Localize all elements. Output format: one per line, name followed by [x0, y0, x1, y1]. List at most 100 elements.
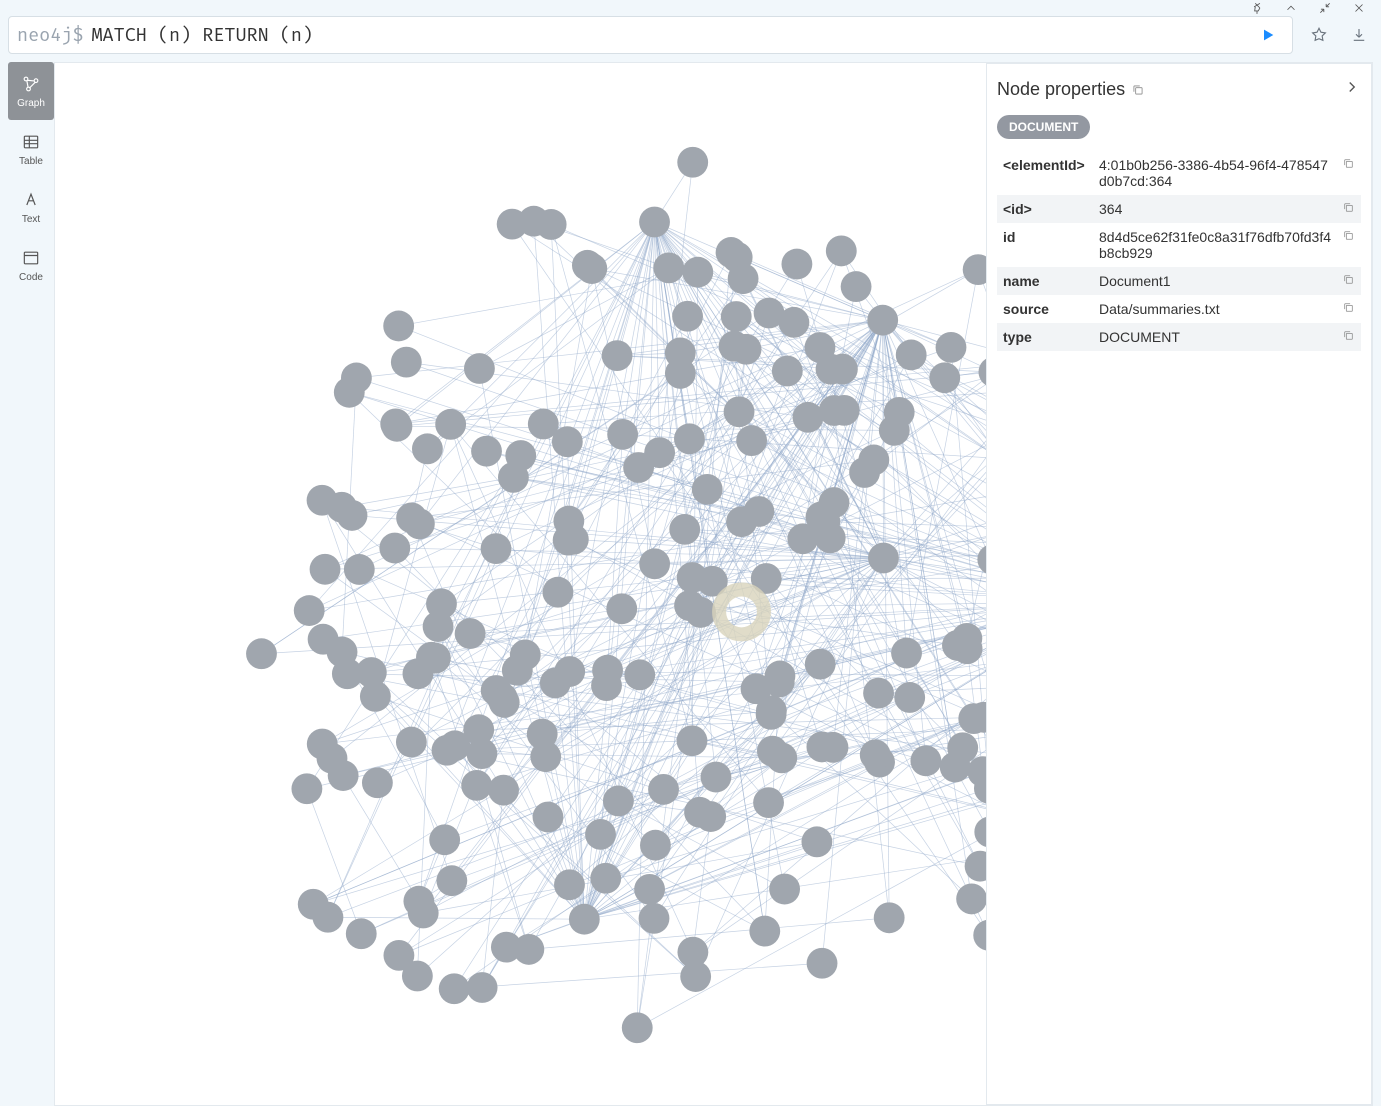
- graph-node[interactable]: [623, 452, 654, 483]
- graph-node[interactable]: [403, 658, 434, 689]
- graph-node[interactable]: [528, 409, 559, 440]
- graph-node[interactable]: [461, 770, 492, 801]
- graph-node[interactable]: [455, 618, 486, 649]
- graph-node[interactable]: [382, 411, 413, 442]
- graph-node[interactable]: [682, 257, 713, 288]
- graph-node[interactable]: [403, 886, 434, 917]
- graph-node[interactable]: [383, 311, 414, 342]
- graph-node[interactable]: [805, 649, 836, 680]
- graph-node[interactable]: [585, 819, 616, 850]
- collapse-panel-button[interactable]: [1343, 78, 1361, 101]
- tab-code[interactable]: Code: [8, 236, 54, 294]
- graph-node[interactable]: [778, 307, 809, 338]
- graph-node[interactable]: [827, 354, 858, 385]
- graph-node[interactable]: [648, 774, 679, 805]
- graph-node[interactable]: [692, 474, 723, 505]
- graph-node[interactable]: [829, 395, 860, 426]
- graph-node[interactable]: [639, 207, 670, 238]
- graph-node[interactable]: [640, 830, 671, 861]
- graph-node[interactable]: [849, 457, 880, 488]
- pin-icon[interactable]: [1249, 0, 1265, 16]
- graph-node[interactable]: [622, 1012, 653, 1043]
- graph-node[interactable]: [464, 353, 495, 384]
- graph-node[interactable]: [896, 340, 927, 371]
- graph-node[interactable]: [553, 506, 584, 537]
- graph-node[interactable]: [672, 301, 703, 332]
- graph-node[interactable]: [677, 562, 708, 593]
- graph-node[interactable]: [488, 775, 519, 806]
- graph-node[interactable]: [728, 263, 759, 294]
- graph-node[interactable]: [868, 543, 899, 574]
- graph-node[interactable]: [639, 548, 670, 579]
- tab-text[interactable]: Text: [8, 178, 54, 236]
- download-button[interactable]: [1345, 16, 1373, 54]
- graph-node[interactable]: [435, 409, 466, 440]
- collapse-diagonal-icon[interactable]: [1317, 0, 1333, 16]
- tab-graph[interactable]: Graph: [8, 62, 54, 120]
- graph-node[interactable]: [940, 752, 971, 783]
- graph-node[interactable]: [502, 655, 533, 686]
- graph-node[interactable]: [576, 253, 607, 284]
- graph-node[interactable]: [695, 801, 726, 832]
- copy-icon[interactable]: [1342, 157, 1355, 173]
- node-label-badge[interactable]: DOCUMENT: [997, 115, 1090, 139]
- graph-node[interactable]: [471, 436, 502, 467]
- graph-node[interactable]: [436, 865, 467, 896]
- graph-node[interactable]: [362, 767, 393, 798]
- graph-node[interactable]: [439, 973, 470, 1004]
- graph-node[interactable]: [533, 802, 564, 833]
- favorite-button[interactable]: [1305, 16, 1333, 54]
- graph-node[interactable]: [391, 347, 422, 378]
- graph-node[interactable]: [639, 903, 670, 934]
- graph-node[interactable]: [426, 588, 457, 619]
- graph-node[interactable]: [665, 337, 696, 368]
- graph-node[interactable]: [721, 301, 752, 332]
- graph-node[interactable]: [860, 739, 891, 770]
- graph-node[interactable]: [841, 271, 872, 302]
- graph-node[interactable]: [894, 682, 925, 713]
- graph-node[interactable]: [863, 678, 894, 709]
- graph-node[interactable]: [826, 235, 857, 266]
- graph-node[interactable]: [379, 533, 410, 564]
- graph-node[interactable]: [716, 237, 747, 268]
- graph-node[interactable]: [606, 593, 637, 624]
- copy-icon[interactable]: [1342, 201, 1355, 217]
- graph-node[interactable]: [554, 656, 585, 687]
- graph-node[interactable]: [741, 673, 772, 704]
- graph-node[interactable]: [246, 638, 277, 669]
- graph-node[interactable]: [815, 522, 846, 553]
- graph-node[interactable]: [769, 874, 800, 905]
- graph-node[interactable]: [753, 787, 784, 818]
- graph-node[interactable]: [569, 904, 600, 935]
- graph-node[interactable]: [463, 714, 494, 745]
- graph-node[interactable]: [766, 742, 797, 773]
- copy-icon[interactable]: [1342, 301, 1355, 317]
- graph-node[interactable]: [489, 687, 520, 718]
- graph-node[interactable]: [334, 377, 365, 408]
- graph-node[interactable]: [634, 874, 665, 905]
- graph-node[interactable]: [602, 340, 633, 371]
- graph-node[interactable]: [879, 415, 910, 446]
- graph-node[interactable]: [356, 657, 387, 688]
- graph-node[interactable]: [807, 948, 838, 979]
- graph-node[interactable]: [874, 902, 905, 933]
- graph-node[interactable]: [467, 972, 498, 1003]
- graph-node[interactable]: [432, 735, 463, 766]
- graph-node[interactable]: [542, 577, 573, 608]
- graph-node[interactable]: [726, 506, 757, 537]
- query-text-input[interactable]: [91, 24, 1252, 47]
- graph-node[interactable]: [328, 760, 359, 791]
- tab-table[interactable]: Table: [8, 120, 54, 178]
- graph-node[interactable]: [736, 425, 767, 456]
- graph-node[interactable]: [677, 725, 708, 756]
- graph-node[interactable]: [607, 419, 638, 450]
- graph-node[interactable]: [326, 492, 357, 523]
- graph-node[interactable]: [491, 932, 522, 963]
- graph-node[interactable]: [781, 249, 812, 280]
- graph-node[interactable]: [591, 670, 622, 701]
- graph-node[interactable]: [429, 824, 460, 855]
- graph-canvas[interactable]: Node properties DOCUMENT <elementId>4:01…: [54, 62, 1373, 1106]
- graph-node[interactable]: [749, 916, 780, 947]
- graph-node[interactable]: [724, 396, 755, 427]
- graph-node[interactable]: [719, 331, 750, 362]
